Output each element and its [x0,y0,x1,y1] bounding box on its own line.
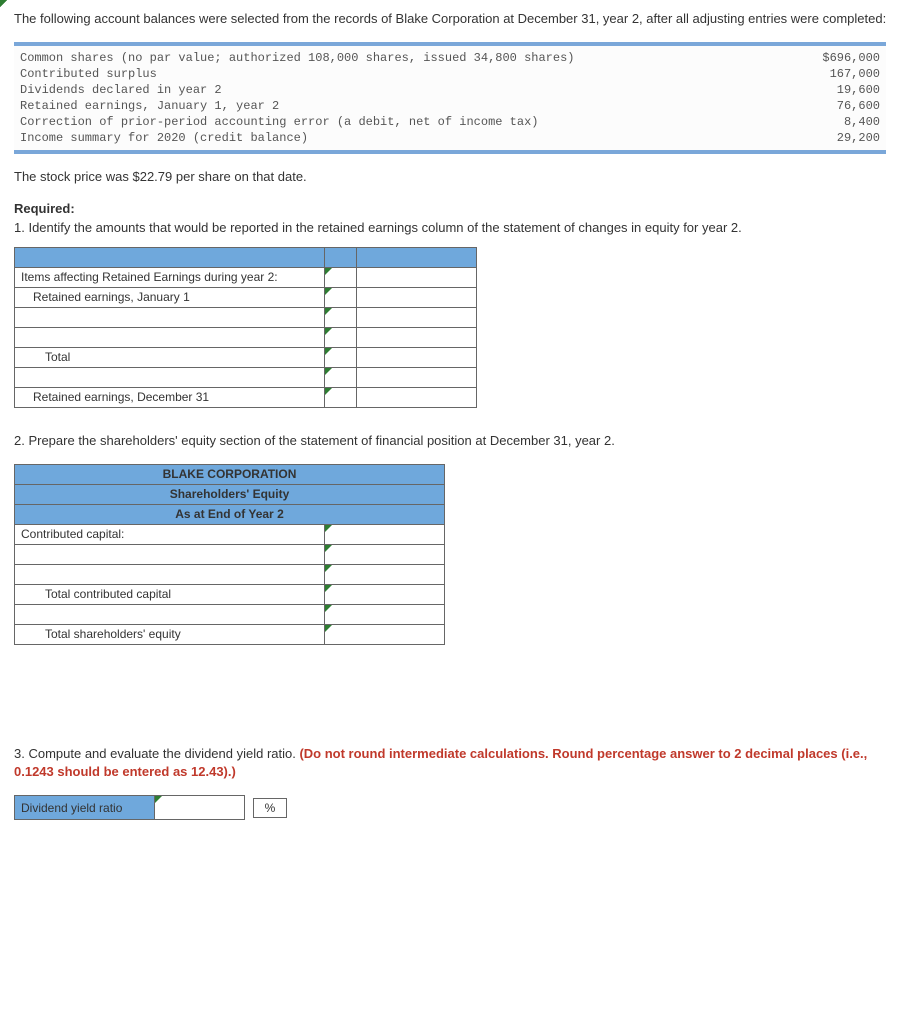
account-label: Dividends declared in year 2 [20,83,222,97]
amount-cell[interactable] [325,307,357,327]
account-row: Income summary for 2020 (credit balance)… [20,130,880,146]
account-label: Common shares (no par value; authorized … [20,51,575,65]
amount-cell[interactable] [357,307,477,327]
corp-title: BLAKE CORPORATION [15,464,445,484]
q1-text: 1. Identify the amounts that would be re… [14,219,903,237]
account-row: Contributed surplus 167,000 [20,66,880,82]
stock-price-text: The stock price was $22.79 per share on … [14,168,903,186]
date-title: As at End of Year 2 [15,504,445,524]
amount-cell[interactable] [325,524,445,544]
amount-cell[interactable] [325,624,445,644]
dividend-yield-table: Dividend yield ratio % [14,795,293,820]
header-cell [357,247,477,267]
total-contributed-label: Total contributed capital [15,584,325,604]
blank-item-cell[interactable] [15,564,325,584]
amount-cell[interactable] [325,327,357,347]
account-balances-block: Common shares (no par value; authorized … [14,42,886,154]
account-value: 76,600 [837,99,880,113]
header-cell [15,247,325,267]
items-affecting-header: Items affecting Retained Earnings during… [15,267,325,287]
percent-label: % [253,798,287,818]
contributed-capital-label: Contributed capital: [15,524,325,544]
account-value: 19,600 [837,83,880,97]
q3-text: 3. Compute and evaluate the dividend yie… [14,745,903,781]
amount-cell[interactable] [325,564,445,584]
account-row: Dividends declared in year 2 19,600 [20,82,880,98]
retained-earnings-dec31-label: Retained earnings, December 31 [15,387,325,407]
blank-item-cell[interactable] [15,327,325,347]
blank-item-cell[interactable] [15,604,325,624]
blank-item-cell[interactable] [15,307,325,327]
amount-cell[interactable] [325,544,445,564]
amount-cell[interactable] [357,327,477,347]
total-label: Total [15,347,325,367]
account-value: 8,400 [844,115,880,129]
total-shareholders-equity-label: Total shareholders' equity [15,624,325,644]
amount-cell[interactable] [357,347,477,367]
amount-cell[interactable] [357,267,477,287]
retained-earnings-jan1-label: Retained earnings, January 1 [15,287,325,307]
account-value: $696,000 [822,51,880,65]
account-row: Correction of prior-period accounting er… [20,114,880,130]
dividend-yield-label: Dividend yield ratio [15,796,155,820]
amount-cell[interactable] [357,367,477,387]
amount-cell[interactable] [325,604,445,624]
required-label: Required: [14,200,903,218]
amount-cell[interactable] [357,287,477,307]
account-label: Income summary for 2020 (credit balance) [20,131,308,145]
dividend-yield-input[interactable] [155,796,245,820]
intro-text: The following account balances were sele… [14,10,903,28]
account-row: Retained earnings, January 1, year 2 76,6… [20,98,880,114]
amount-cell[interactable] [357,387,477,407]
amount-cell[interactable] [325,267,357,287]
account-row: Common shares (no par value; authorized … [20,50,880,66]
header-cell [325,247,357,267]
q2-text: 2. Prepare the shareholders' equity sect… [14,432,903,450]
account-value: 167,000 [830,67,880,81]
account-label: Correction of prior-period accounting er… [20,115,538,129]
account-value: 29,200 [837,131,880,145]
equity-title: Shareholders' Equity [15,484,445,504]
amount-cell[interactable] [325,367,357,387]
blank-item-cell[interactable] [15,367,325,387]
amount-cell[interactable] [325,387,357,407]
account-label: Contributed surplus [20,67,157,81]
account-label: Retained earnings, January 1, year 2 [20,99,279,113]
blank-item-cell[interactable] [15,544,325,564]
percent-unit-cell: % [245,796,294,820]
shareholders-equity-table: BLAKE CORPORATION Shareholders' Equity A… [14,464,445,645]
retained-earnings-table: Items affecting Retained Earnings during… [14,247,477,408]
amount-cell[interactable] [325,347,357,367]
amount-cell[interactable] [325,584,445,604]
amount-cell[interactable] [325,287,357,307]
